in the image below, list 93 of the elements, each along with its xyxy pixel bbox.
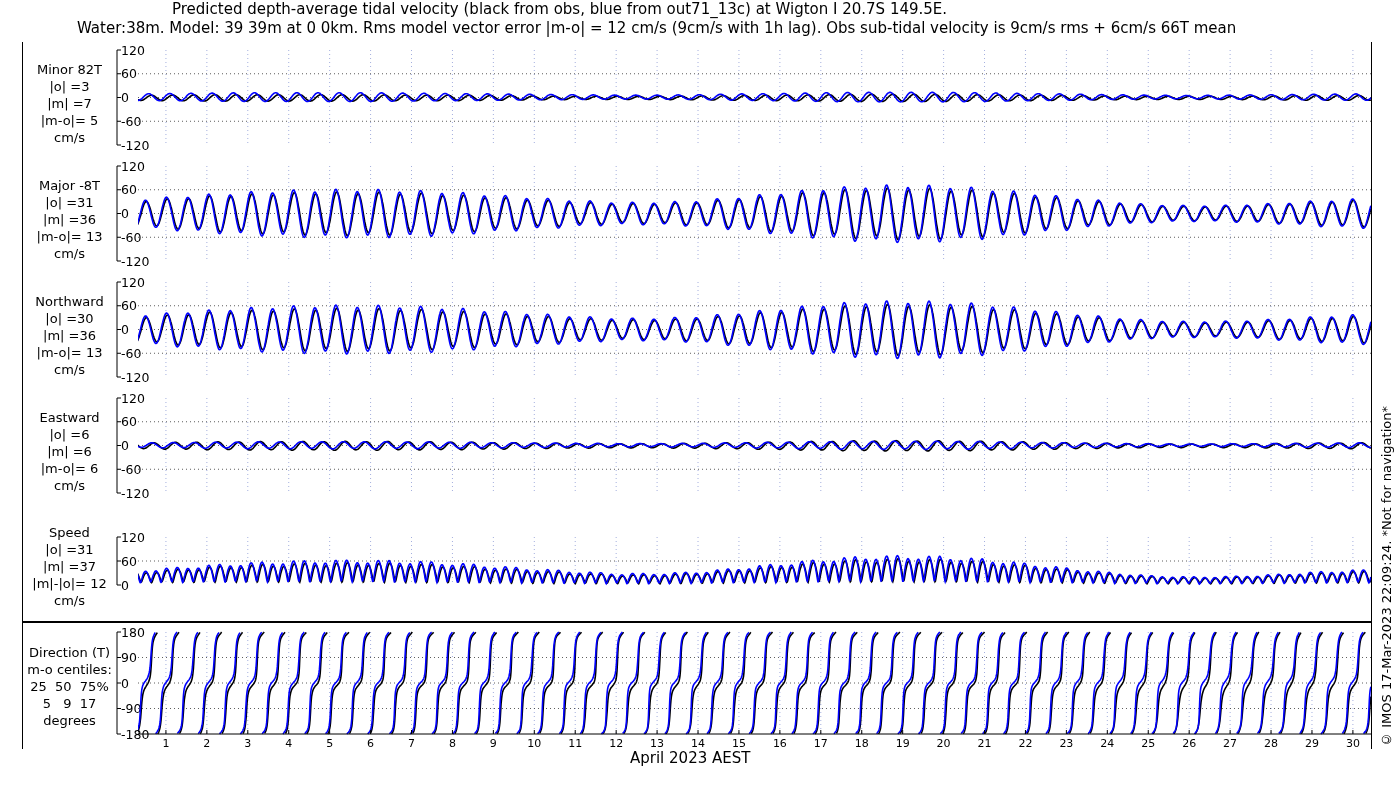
axis-tick-label: 120 (121, 158, 145, 174)
axis-tick-label: 120 (121, 274, 145, 290)
axis-tick-label: 15 (731, 737, 746, 749)
panel-label: cm/s (54, 244, 85, 262)
axis-tick-label: 9 (489, 737, 497, 749)
axis-tick-label: 28 (1264, 737, 1279, 749)
panel-label: |m| =37 (43, 558, 96, 575)
axis-tick-label: 120 (121, 390, 145, 406)
panel-label: cm/s (54, 360, 85, 378)
axis-tick-label: 13 (650, 737, 665, 749)
axis-tick-label: 16 (772, 737, 787, 749)
axis-tick-label: 0 (121, 322, 129, 337)
axis-tick-label: 4 (285, 737, 293, 749)
axis-tick-label: 2 (203, 737, 211, 749)
axis-tick-label: 60 (121, 298, 137, 314)
x-axis-title: April 2023 AEST (630, 749, 752, 767)
chart-title: Water:38m. Model: 39 39m at 0 0km. Rms model vector error |m-o| = 12 cm/s (9cm/s with 1h lag). Obs sub-tidal velocity is 9cm/s rms + 6cm/s 66T mean (77, 19, 1238, 38)
panel-label: Northward (35, 292, 104, 310)
panel-label: |o| =3 (49, 77, 90, 95)
axis-tick-label: 120 (121, 42, 145, 58)
axis-tick-label: 0 (121, 675, 129, 691)
panel-label: Direction (T) (29, 643, 110, 661)
axis-tick-label: 10 (527, 737, 542, 749)
panel-label: |m| =7 (47, 94, 92, 112)
axis-tick-label: 1 (162, 737, 170, 749)
axis-tick-label: 3 (244, 737, 252, 749)
axis-tick-label: 19 (895, 737, 910, 749)
axis-tick-label: 90 (121, 650, 137, 665)
panel-label: |o| =31 (45, 193, 94, 211)
axis-tick-label: -120 (121, 253, 150, 269)
axis-tick-label: 21 (977, 737, 992, 749)
axis-tick-label: 26 (1182, 737, 1197, 749)
panel-label: m-o centiles: (27, 660, 112, 678)
axis-tick-label: 11 (568, 737, 583, 749)
panel-label: cm/s (54, 128, 85, 146)
panel-label: 25 50 75% (30, 677, 109, 695)
axis-tick-label: 60 (121, 66, 137, 82)
axis-tick-label: -120 (121, 485, 150, 501)
axis-tick-label: -60 (121, 113, 142, 129)
axis-tick-label: 0 (121, 90, 129, 105)
chart-title: Predicted depth-average tidal velocity (black from obs, blue from out71_13c) at Wigton I 20.7S 149.5E. (172, 0, 949, 19)
axis-tick-label: -60 (121, 345, 142, 361)
panel-label: 5 9 17 (42, 694, 97, 712)
panel-label: Minor 82T (37, 60, 102, 78)
axis-tick-label: 30 (1345, 737, 1360, 749)
panel-label: |m-o|= 13 (36, 227, 103, 245)
panel-label: |m| =36 (43, 210, 96, 228)
axis-tick-label: 60 (121, 414, 137, 430)
axis-tick-label: 7 (408, 737, 415, 749)
axis-tick-label: 12 (609, 737, 624, 749)
axis-tick-label: 29 (1304, 737, 1319, 749)
panel-label: |m-o|= 13 (36, 343, 103, 361)
axis-tick-label: 23 (1059, 737, 1074, 749)
copyright-note: © IMOS 17-Mar-2023 22:09:24. *Not for navigation* (1378, 406, 1394, 747)
axis-tick-label: 6 (367, 737, 375, 749)
axis-tick-label: 120 (121, 529, 145, 545)
axis-tick-label: 20 (936, 737, 951, 749)
panel-label: |o| =31 (45, 541, 94, 558)
axis-tick-label: 8 (448, 737, 456, 749)
axis-tick-label: 0 (121, 206, 129, 221)
axis-tick-label: -60 (121, 229, 142, 245)
axis-tick-label: 22 (1018, 737, 1033, 749)
axis-tick-label: -120 (121, 369, 150, 385)
axis-tick-label: 24 (1100, 737, 1115, 749)
axis-tick-label: 0 (121, 577, 129, 593)
axis-tick-label: 60 (121, 553, 137, 569)
panel-label: |m| =6 (47, 442, 92, 460)
panel-label: Major -8T (38, 176, 101, 194)
panel-label: |m-o|= 5 (40, 111, 99, 129)
panel-label: cm/s (54, 476, 85, 494)
panel-label: |o| =6 (49, 425, 90, 443)
axis-tick-label: 18 (854, 737, 869, 749)
axis-tick-label: 60 (121, 182, 137, 198)
panel-label: |m-o|= 6 (40, 459, 99, 477)
axis-tick-label: 27 (1223, 737, 1238, 749)
panel-label: |o| =30 (45, 309, 94, 327)
axis-tick-label: 180 (121, 624, 145, 640)
panel-label: cm/s (54, 592, 85, 609)
axis-tick-label: -60 (121, 461, 142, 477)
axis-tick-label: 5 (326, 737, 334, 749)
panel-label: Eastward (39, 408, 100, 426)
axis-tick-label: 0 (121, 438, 129, 453)
panel-label: |m|-|o|= 12 (32, 575, 107, 592)
axis-tick-label: -90 (121, 701, 142, 716)
y-axis (116, 536, 122, 586)
axis-tick-label: 17 (813, 737, 828, 749)
axis-tick-label: -120 (121, 137, 150, 153)
axis-tick-label: 14 (691, 737, 705, 749)
panel-label: |m| =36 (43, 326, 96, 344)
axis-tick-label: 25 (1141, 737, 1156, 749)
axis-tick-label: -180 (121, 726, 150, 742)
panel-label: degrees (43, 711, 96, 729)
panel-label: Speed (49, 524, 90, 541)
